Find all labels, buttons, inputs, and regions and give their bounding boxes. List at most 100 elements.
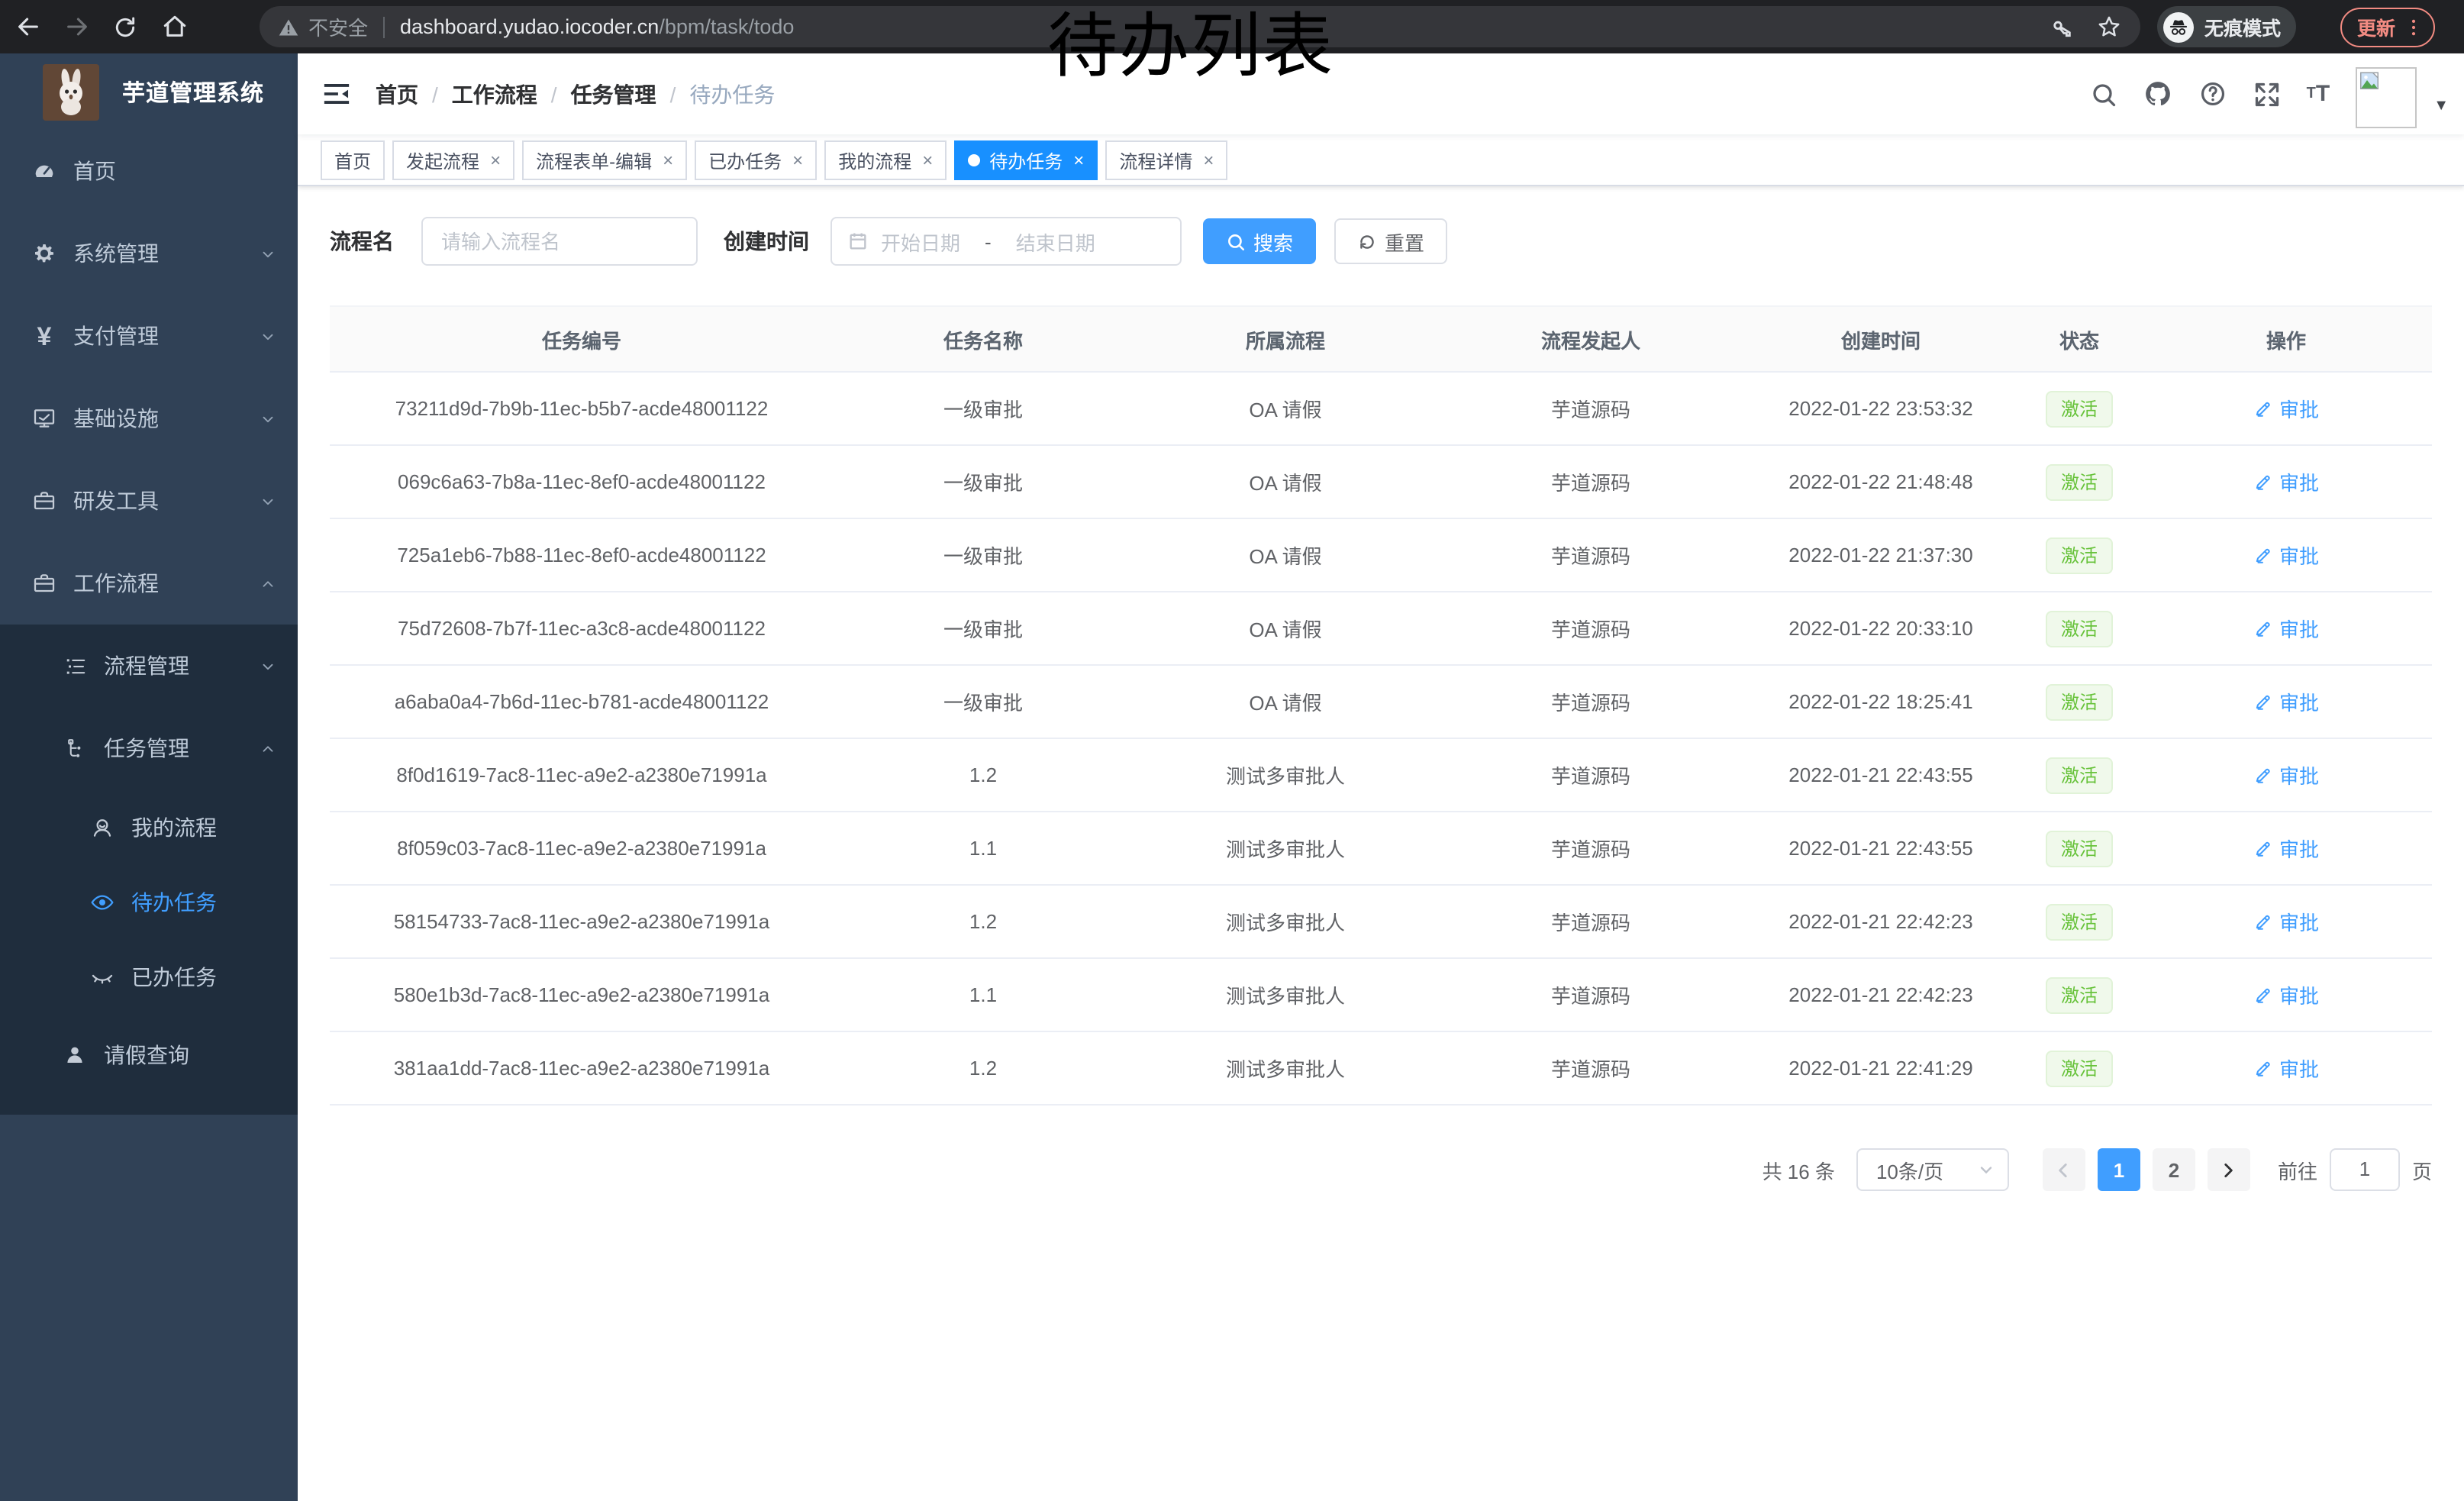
github-icon[interactable] bbox=[2143, 79, 2172, 108]
approve-link[interactable]: 审批 bbox=[2253, 907, 2319, 936]
help-icon[interactable] bbox=[2198, 79, 2227, 108]
incognito-badge: 无痕模式 bbox=[2157, 6, 2296, 47]
status-cell: 激活 bbox=[2018, 812, 2140, 885]
tab-发起流程[interactable]: 发起流程× bbox=[392, 140, 514, 180]
tab-流程表单-编辑[interactable]: 流程表单-编辑× bbox=[522, 140, 687, 180]
action-cell: 审批 bbox=[2140, 665, 2432, 738]
approve-link[interactable]: 审批 bbox=[2253, 467, 2319, 496]
site-security[interactable]: 不安全 bbox=[278, 12, 368, 41]
app-logo[interactable]: 芋道管理系统 bbox=[0, 53, 298, 130]
approve-link[interactable]: 审批 bbox=[2253, 834, 2319, 863]
table-row: 58154733-7ac8-11ec-a9e2-a2380e71991a1.2测… bbox=[330, 885, 2432, 958]
avatar[interactable] bbox=[2356, 66, 2417, 128]
close-icon[interactable]: × bbox=[922, 150, 933, 171]
approve-link[interactable]: 审批 bbox=[2253, 394, 2319, 423]
table-row: 75d72608-7b7f-11ec-a3c8-acde48001122一级审批… bbox=[330, 592, 2432, 665]
task-name-cell: 1.2 bbox=[834, 738, 1133, 812]
tab-流程详情[interactable]: 流程详情× bbox=[1105, 140, 1227, 180]
prev-page-button[interactable] bbox=[2043, 1148, 2085, 1191]
pen-icon bbox=[2253, 1058, 2273, 1078]
sidebar-item-已办任务[interactable]: 已办任务 bbox=[0, 939, 298, 1014]
next-page-button[interactable] bbox=[2208, 1148, 2250, 1191]
start-date-placeholder: 开始日期 bbox=[881, 227, 960, 256]
task-name-cell: 一级审批 bbox=[834, 592, 1133, 665]
page-size-select[interactable]: 10条/页 bbox=[1856, 1148, 2009, 1191]
close-icon[interactable]: × bbox=[1203, 150, 1214, 171]
goto-page-input[interactable]: 1 bbox=[2330, 1148, 2400, 1191]
avatar-caret-icon[interactable]: ▼ bbox=[2433, 73, 2449, 115]
sidebar-collapse-icon[interactable] bbox=[298, 79, 376, 108]
table-row: 381aa1dd-7ac8-11ec-a9e2-a2380e71991a1.2测… bbox=[330, 1031, 2432, 1105]
tab-我的流程[interactable]: 我的流程× bbox=[824, 140, 947, 180]
process-name-input-wrap bbox=[421, 217, 698, 266]
process-name-input[interactable] bbox=[441, 230, 678, 253]
list-tree-icon bbox=[61, 654, 89, 677]
tab-首页[interactable]: 首页 bbox=[321, 140, 385, 180]
dashboard-icon bbox=[31, 159, 58, 183]
sidebar-item-我的流程[interactable]: 我的流程 bbox=[0, 789, 298, 864]
tab-已办任务[interactable]: 已办任务× bbox=[695, 140, 817, 180]
close-icon[interactable]: × bbox=[663, 150, 673, 171]
status-badge: 激活 bbox=[2046, 463, 2113, 500]
update-button[interactable]: 更新 bbox=[2340, 7, 2435, 47]
approve-link[interactable]: 审批 bbox=[2253, 687, 2319, 716]
table-row: 8f0d1619-7ac8-11ec-a9e2-a2380e71991a1.2测… bbox=[330, 738, 2432, 812]
browser-toolbar: 不安全 dashboard.yudao.iocoder.cn/bpm/task/… bbox=[0, 0, 2464, 53]
search-button[interactable]: 搜索 bbox=[1203, 218, 1316, 264]
starter-cell: 芋道源码 bbox=[1438, 885, 1743, 958]
close-icon[interactable]: × bbox=[1073, 150, 1084, 171]
action-cell: 审批 bbox=[2140, 592, 2432, 665]
process-cell: OA 请假 bbox=[1133, 372, 1438, 445]
sidebar-item-研发工具[interactable]: 研发工具 bbox=[0, 460, 298, 542]
starter-cell: 芋道源码 bbox=[1438, 1031, 1743, 1105]
fullscreen-icon[interactable] bbox=[2253, 80, 2281, 108]
home-icon[interactable] bbox=[153, 5, 195, 48]
address-bar[interactable]: 不安全 dashboard.yudao.iocoder.cn/bpm/task/… bbox=[260, 6, 2140, 47]
page-button-2[interactable]: 2 bbox=[2153, 1148, 2195, 1191]
reset-button[interactable]: 重置 bbox=[1334, 218, 1447, 264]
chevron-up-icon bbox=[260, 740, 276, 757]
bookmark-star-icon[interactable] bbox=[2096, 14, 2122, 40]
back-icon[interactable] bbox=[6, 5, 49, 48]
approve-link[interactable]: 审批 bbox=[2253, 541, 2319, 570]
sidebar-item-label: 请假查询 bbox=[104, 1040, 189, 1070]
reload-icon[interactable] bbox=[104, 5, 147, 48]
goto-label: 前往 bbox=[2278, 1155, 2317, 1184]
breadcrumb-item-任务管理[interactable]: 任务管理 bbox=[571, 79, 656, 109]
sidebar-item-工作流程[interactable]: 工作流程 bbox=[0, 542, 298, 625]
approve-link[interactable]: 审批 bbox=[2253, 614, 2319, 643]
tab-待办任务[interactable]: 待办任务× bbox=[954, 140, 1098, 180]
sidebar-item-支付管理[interactable]: ¥支付管理 bbox=[0, 295, 298, 377]
breadcrumb-item-工作流程[interactable]: 工作流程 bbox=[452, 79, 537, 109]
created-cell: 2022-01-22 23:53:32 bbox=[1743, 372, 2018, 445]
action-cell: 审批 bbox=[2140, 885, 2432, 958]
approve-link[interactable]: 审批 bbox=[2253, 760, 2319, 789]
font-size-icon[interactable]: TT bbox=[2307, 81, 2330, 107]
close-icon[interactable]: × bbox=[490, 150, 501, 171]
column-header-状态: 状态 bbox=[2018, 306, 2140, 372]
key-icon[interactable] bbox=[2050, 15, 2075, 39]
process-cell: OA 请假 bbox=[1133, 592, 1438, 665]
sidebar-item-待办任务[interactable]: 待办任务 bbox=[0, 864, 298, 939]
process-cell: 测试多审批人 bbox=[1133, 738, 1438, 812]
sidebar-item-首页[interactable]: 首页 bbox=[0, 130, 298, 212]
approve-link[interactable]: 审批 bbox=[2253, 1054, 2319, 1083]
calendar-icon bbox=[847, 231, 869, 252]
sidebar-item-系统管理[interactable]: 系统管理 bbox=[0, 212, 298, 295]
sidebar-item-请假查询[interactable]: 请假查询 bbox=[0, 1014, 298, 1096]
forward-icon[interactable] bbox=[55, 5, 98, 48]
url-text[interactable]: dashboard.yudao.iocoder.cn/bpm/task/todo bbox=[400, 15, 794, 38]
sidebar-item-流程管理[interactable]: 流程管理 bbox=[0, 625, 298, 707]
approve-link[interactable]: 审批 bbox=[2253, 980, 2319, 1009]
status-badge: 激活 bbox=[2046, 390, 2113, 427]
close-icon[interactable]: × bbox=[792, 150, 803, 171]
breadcrumb-item-首页[interactable]: 首页 bbox=[376, 79, 418, 109]
sidebar-item-任务管理[interactable]: 任务管理 bbox=[0, 707, 298, 789]
sidebar-item-基础设施[interactable]: 基础设施 bbox=[0, 377, 298, 460]
action-cell: 审批 bbox=[2140, 1031, 2432, 1105]
search-icon[interactable] bbox=[2090, 80, 2117, 108]
date-range-picker[interactable]: 开始日期 - 结束日期 bbox=[830, 217, 1182, 266]
kebab-menu-icon[interactable] bbox=[2403, 16, 2424, 37]
table-row: 580e1b3d-7ac8-11ec-a9e2-a2380e71991a1.1测… bbox=[330, 958, 2432, 1031]
page-button-1[interactable]: 1 bbox=[2098, 1148, 2140, 1191]
